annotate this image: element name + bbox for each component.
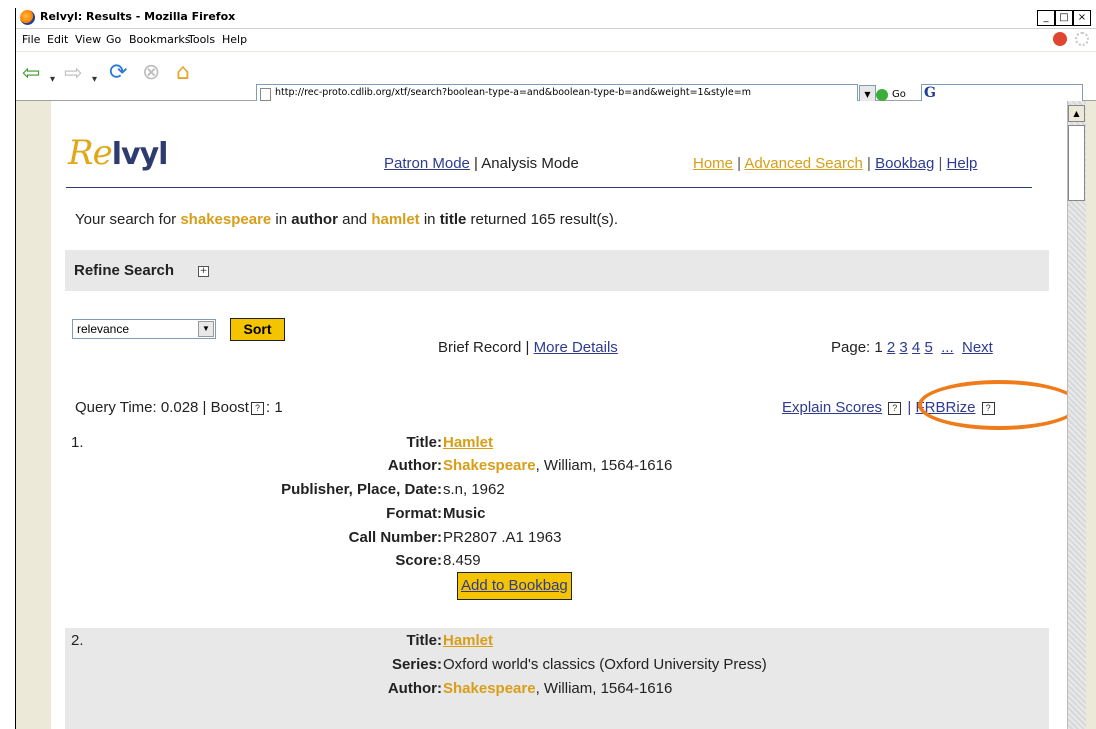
- scrollbar-thumb[interactable]: [1068, 125, 1085, 201]
- explain-scores-link[interactable]: Explain Scores: [782, 399, 882, 416]
- dropdown-arrow-icon[interactable]: ▼: [198, 321, 214, 337]
- forward-dropdown-icon[interactable]: ▾: [92, 69, 97, 91]
- query-stats: Query Time: 0.028 | Boost?: 1: [75, 399, 283, 416]
- record-field-author: Author: Shakespeare, William, 1564-1616: [387, 457, 673, 474]
- status-stop-icon: [1053, 32, 1067, 46]
- scroll-up-arrow-icon[interactable]: ▲: [1068, 105, 1085, 122]
- menu-bar: File Edit View Go Bookmarks Tools Help: [16, 29, 1096, 51]
- forward-arrow-icon[interactable]: ⇨: [64, 63, 82, 85]
- sort-select[interactable]: relevance ▼: [72, 319, 216, 339]
- menu-help[interactable]: Help: [222, 33, 247, 46]
- title-bar: Relvyl: Results - Mozilla Firefox _ □ ×: [16, 8, 1096, 29]
- search-summary: Your search for shakespeare in author an…: [75, 211, 619, 228]
- home-icon[interactable]: ⌂: [176, 62, 190, 84]
- record-field-title: Title: Hamlet: [406, 632, 494, 649]
- vertical-scrollbar[interactable]: ▲: [1067, 101, 1086, 729]
- stop-icon[interactable]: ⊗: [142, 62, 160, 84]
- result-record-2: 2. Title: Hamlet Series: Oxford world's …: [65, 628, 1049, 729]
- advanced-search-link[interactable]: Advanced Search: [744, 155, 862, 172]
- page-icon: [260, 88, 271, 101]
- view-mode-links: Brief Record | More Details: [438, 339, 618, 356]
- back-dropdown-icon[interactable]: ▾: [50, 69, 55, 91]
- refine-search-panel[interactable]: Refine Search +: [65, 250, 1049, 291]
- record-field-score: Score: 8.459: [395, 552, 481, 569]
- page-content: Relvyl Patron Mode | Analysis Mode Home …: [51, 101, 1067, 729]
- result-record-1: 1. Title: Hamlet Author: Shakespeare, Wi…: [65, 430, 1049, 652]
- author-highlight: Shakespeare: [443, 680, 536, 697]
- patron-mode-link[interactable]: Patron Mode: [384, 155, 470, 172]
- reload-icon[interactable]: ⟳: [109, 62, 127, 84]
- go-button[interactable]: Go: [892, 89, 906, 100]
- sort-selected-value: relevance: [77, 322, 130, 336]
- window-controls: _ □ ×: [1037, 10, 1091, 26]
- close-button[interactable]: ×: [1073, 10, 1091, 26]
- record-field-format: Format: Music: [386, 505, 486, 522]
- mode-switcher: Patron Mode | Analysis Mode: [384, 155, 579, 172]
- pagination: Page: 1 2 3 4 5 ... Next: [831, 339, 993, 356]
- refine-search-label[interactable]: Refine Search: [74, 262, 174, 279]
- google-icon: G: [924, 85, 936, 101]
- title-link[interactable]: Hamlet: [443, 434, 493, 451]
- page-link-2[interactable]: 2: [887, 339, 895, 356]
- next-page-link[interactable]: Next: [962, 339, 993, 356]
- boost-help-icon[interactable]: ?: [250, 402, 264, 415]
- menu-bookmarks[interactable]: Bookmarks: [129, 33, 190, 46]
- add-to-bookbag-button[interactable]: Add to Bookbag: [457, 572, 572, 600]
- top-nav-links: Home | Advanced Search | Bookbag | Help: [693, 155, 978, 172]
- current-page: 1: [874, 339, 883, 356]
- sort-button[interactable]: Sort: [230, 318, 285, 341]
- page-ellipsis-link[interactable]: ...: [941, 339, 954, 356]
- analysis-mode-label: Analysis Mode: [481, 155, 579, 172]
- record-field-publisher: Publisher, Place, Date: s.n, 1962: [281, 481, 505, 498]
- maximize-button[interactable]: □: [1055, 10, 1073, 26]
- record-field-author: Author: Shakespeare, William, 1564-1616: [387, 680, 673, 697]
- menu-go[interactable]: Go: [106, 33, 121, 46]
- record-field-title: Title: Hamlet: [406, 434, 494, 451]
- author-highlight: Shakespeare: [443, 457, 536, 474]
- title-link[interactable]: Hamlet: [443, 632, 493, 649]
- firefox-icon: [20, 10, 35, 25]
- help-link[interactable]: Help: [947, 155, 978, 172]
- annotation-highlight-oval: [918, 380, 1067, 430]
- menu-view[interactable]: View: [75, 33, 101, 46]
- page-link-4[interactable]: 4: [912, 339, 920, 356]
- minimize-button[interactable]: _: [1037, 10, 1055, 26]
- menu-tools[interactable]: Tools: [188, 33, 215, 46]
- record-field-series: Series: Oxford world's classics (Oxford …: [391, 656, 767, 673]
- header-divider: [66, 187, 1032, 188]
- explain-help-icon[interactable]: ?: [888, 402, 902, 415]
- back-arrow-icon[interactable]: ⇦: [22, 63, 40, 85]
- relvyl-logo[interactable]: Relvyl: [68, 133, 168, 173]
- bookbag-link[interactable]: Bookbag: [875, 155, 934, 172]
- throbber-icon: [1075, 32, 1089, 46]
- window-title: Relvyl: Results - Mozilla Firefox: [40, 10, 236, 23]
- go-icon[interactable]: [876, 89, 888, 101]
- menu-edit[interactable]: Edit: [47, 33, 68, 46]
- record-field-call-number: Call Number: PR2807 .A1 1963: [348, 529, 562, 546]
- expand-plus-icon[interactable]: +: [198, 266, 209, 277]
- url-text: http://rec-proto.cdlib.org/xtf/search?bo…: [275, 87, 751, 98]
- page-top-margin: [0, 0, 1096, 8]
- page-link-3[interactable]: 3: [899, 339, 907, 356]
- page-link-5[interactable]: 5: [924, 339, 932, 356]
- menu-file[interactable]: File: [22, 33, 40, 46]
- brief-record-label: Brief Record: [438, 339, 522, 356]
- home-link[interactable]: Home: [693, 155, 733, 172]
- more-details-link[interactable]: More Details: [534, 339, 618, 356]
